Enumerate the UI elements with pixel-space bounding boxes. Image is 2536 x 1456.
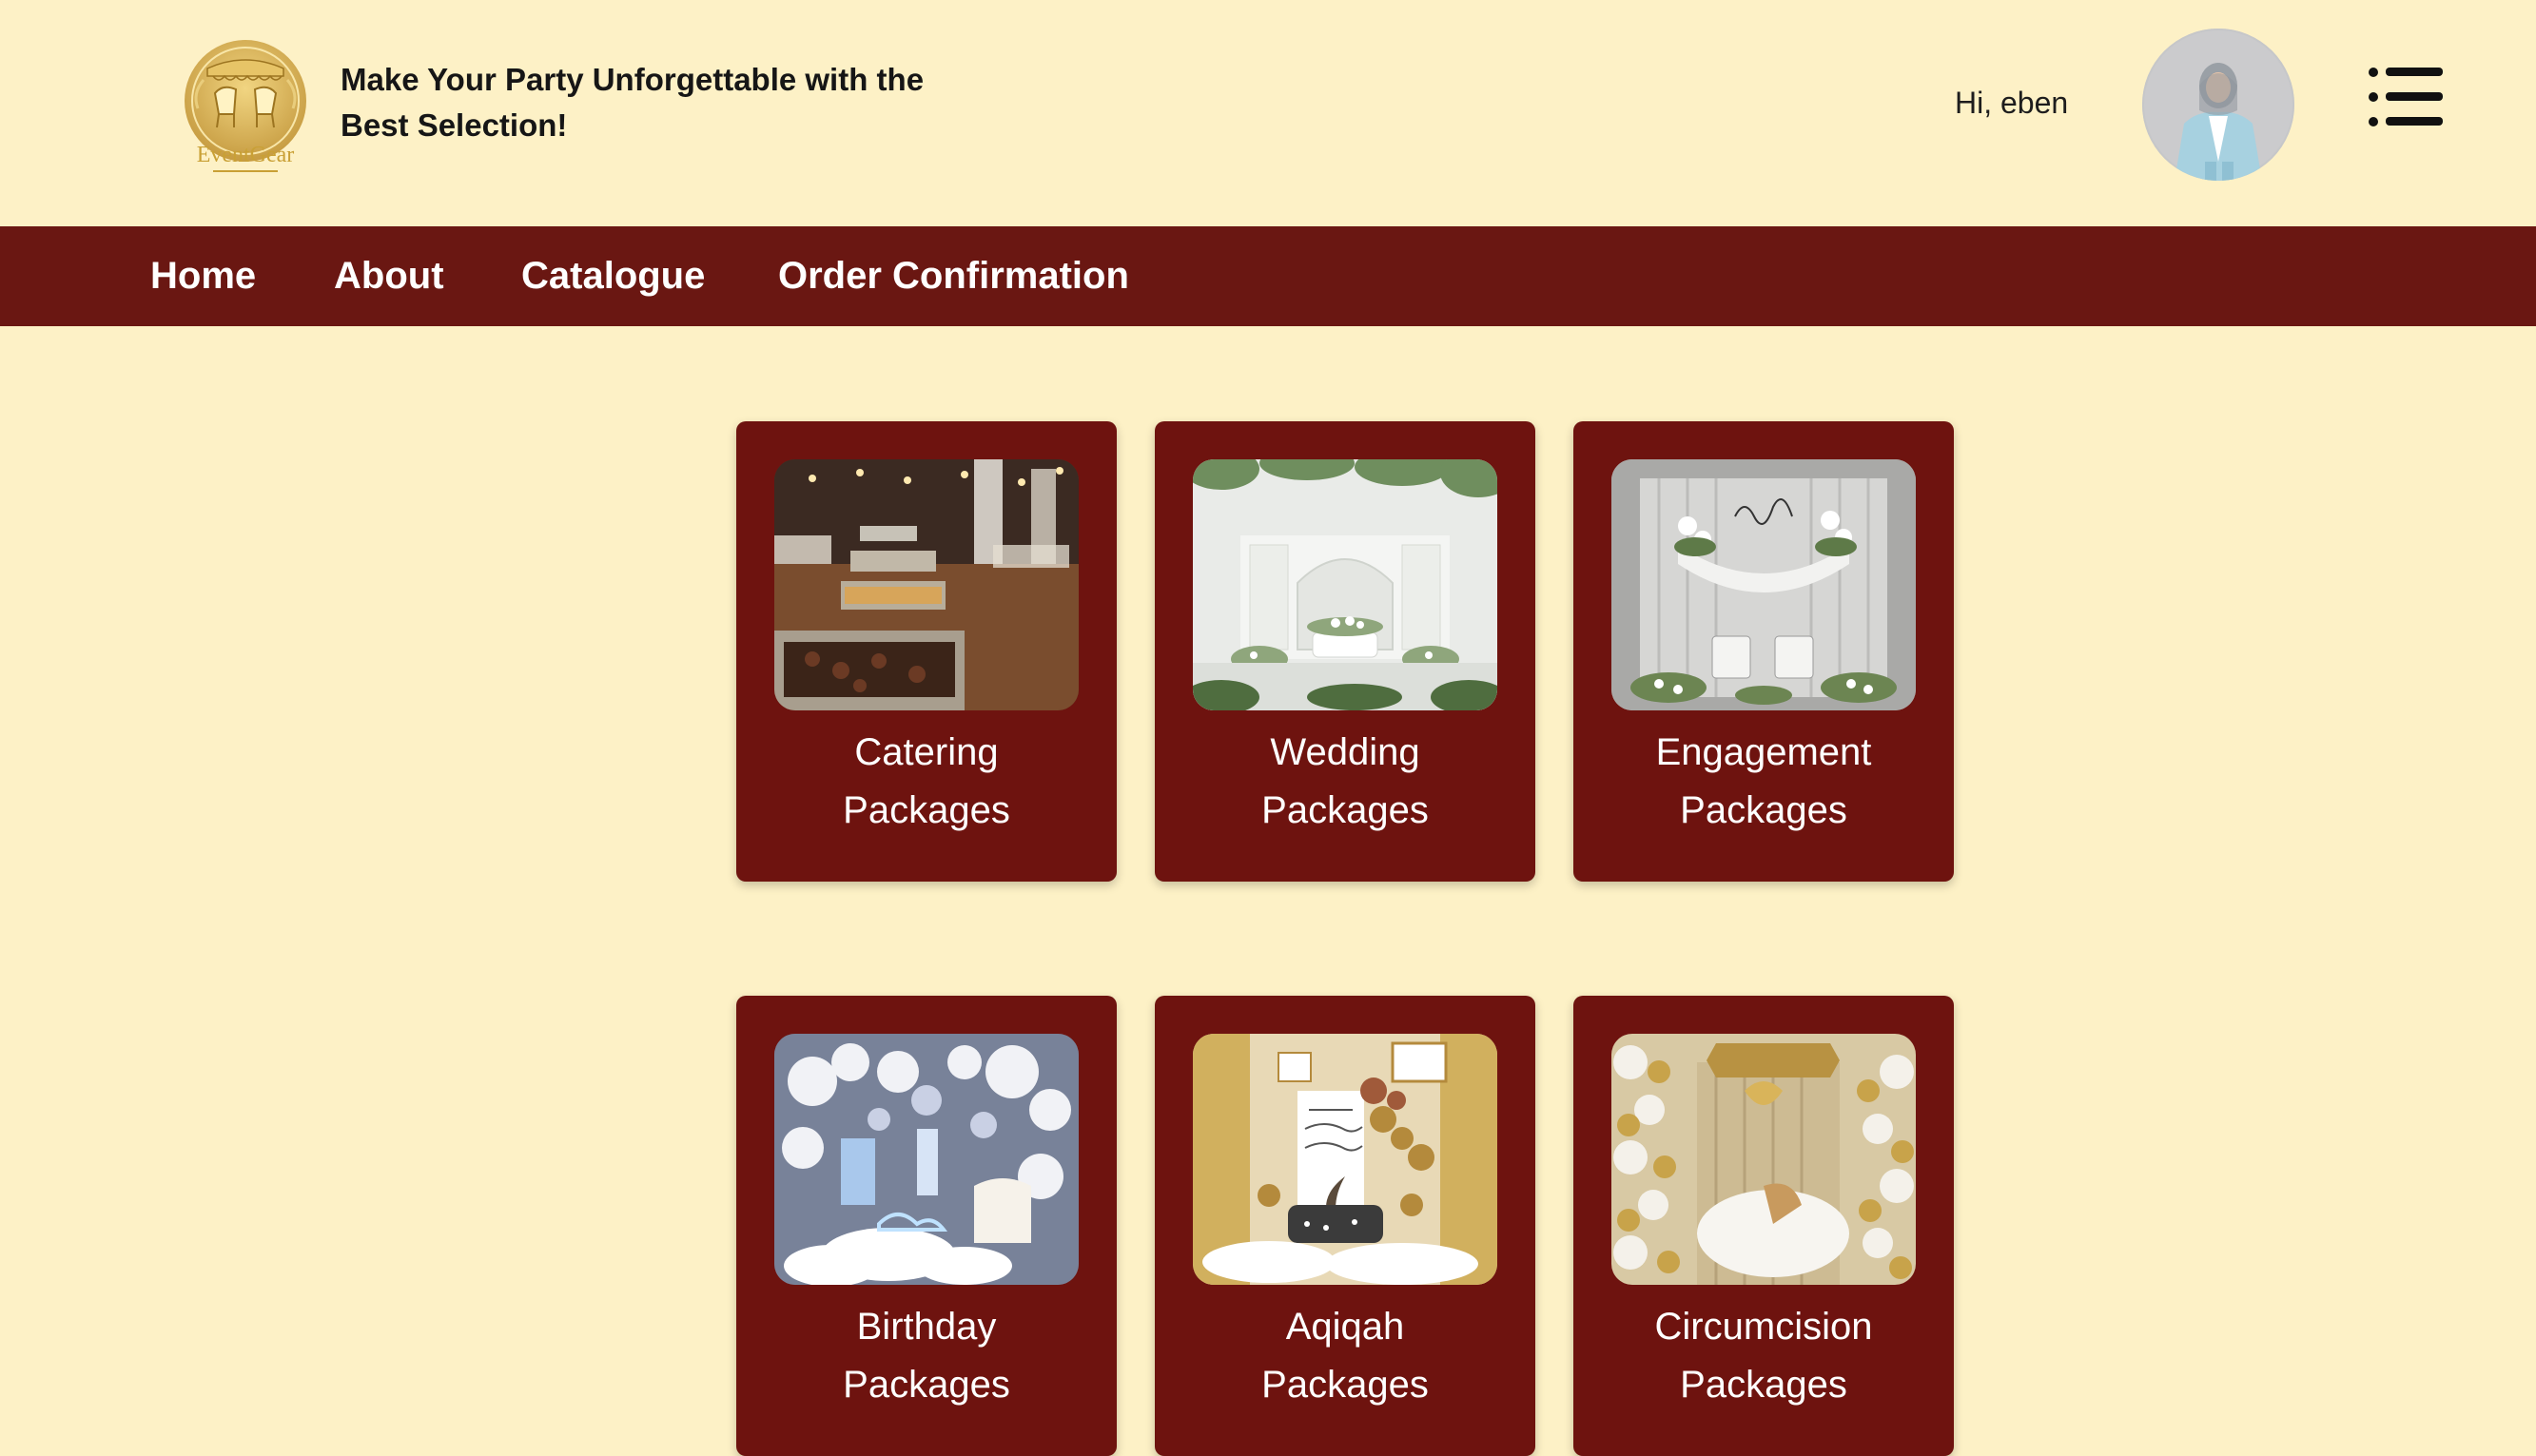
card-title: Birthday Packages: [746, 1298, 1107, 1414]
card-title-line-2: Packages: [1261, 1364, 1429, 1406]
card-title-line-1: Aqiqah: [1285, 1306, 1405, 1348]
user-avatar[interactable]: [2142, 29, 2294, 181]
tagline-line-2: Best Selection!: [341, 107, 568, 143]
package-card-engagement[interactable]: Engagement Packages: [1573, 421, 1954, 882]
card-title: Wedding Packages: [1164, 724, 1526, 840]
package-card-catering[interactable]: Catering Packages: [736, 421, 1117, 882]
card-title-line-1: Birthday: [856, 1306, 997, 1348]
nav-item-catalogue[interactable]: Catalogue: [521, 226, 705, 326]
nav-item-order-confirmation[interactable]: Order Confirmation: [778, 226, 1129, 326]
list-menu-icon: [2369, 68, 2443, 126]
menu-button[interactable]: [2367, 63, 2447, 131]
card-title-line-1: Engagement: [1655, 731, 1872, 773]
package-card-aqiqah[interactable]: Aqiqah Packages: [1155, 996, 1535, 1456]
catering-buffet-photo: [774, 459, 1079, 710]
nav-item-home[interactable]: Home: [150, 226, 256, 326]
engagement-decor-photo: [1611, 459, 1916, 710]
package-card-circumcision[interactable]: Circumcision Packages: [1573, 996, 1954, 1456]
card-title: Aqiqah Packages: [1164, 1298, 1526, 1414]
card-title-line-1: Wedding: [1270, 731, 1420, 773]
card-title: Engagement Packages: [1583, 724, 1944, 840]
package-card-birthday[interactable]: Birthday Packages: [736, 996, 1117, 1456]
avatar-photo-icon: [2142, 29, 2294, 181]
aqiqah-decor-photo: [1193, 1034, 1497, 1285]
logo-emblem-icon: EventGear: [185, 40, 306, 172]
card-title-line-2: Packages: [1680, 1364, 1847, 1406]
card-title-line-1: Circumcision: [1654, 1306, 1873, 1348]
nav-item-about[interactable]: About: [334, 226, 444, 326]
user-greeting: Hi, eben: [1955, 86, 2069, 120]
logo-text: EventGear: [197, 143, 295, 167]
eventgear-logo[interactable]: EventGear: [171, 32, 320, 181]
main-navigation: Home About Catalogue Order Confirmation: [0, 226, 2536, 326]
site-header: EventGear Make Your Party Unforgettable …: [0, 0, 2536, 226]
site-tagline: Make Your Party Unforgettable with the B…: [341, 57, 1025, 148]
card-title-line-1: Catering: [854, 731, 999, 773]
card-title-line-2: Packages: [843, 789, 1010, 831]
tagline-line-1: Make Your Party Unforgettable with the: [341, 62, 925, 97]
card-title: Catering Packages: [746, 724, 1107, 840]
birthday-decor-photo: [774, 1034, 1079, 1285]
card-title-line-2: Packages: [843, 1364, 1010, 1406]
package-card-wedding[interactable]: Wedding Packages: [1155, 421, 1535, 882]
circumcision-decor-photo: [1611, 1034, 1916, 1285]
card-title: Circumcision Packages: [1583, 1298, 1944, 1414]
wedding-stage-photo: [1193, 459, 1497, 710]
card-title-line-2: Packages: [1261, 789, 1429, 831]
card-title-line-2: Packages: [1680, 789, 1847, 831]
